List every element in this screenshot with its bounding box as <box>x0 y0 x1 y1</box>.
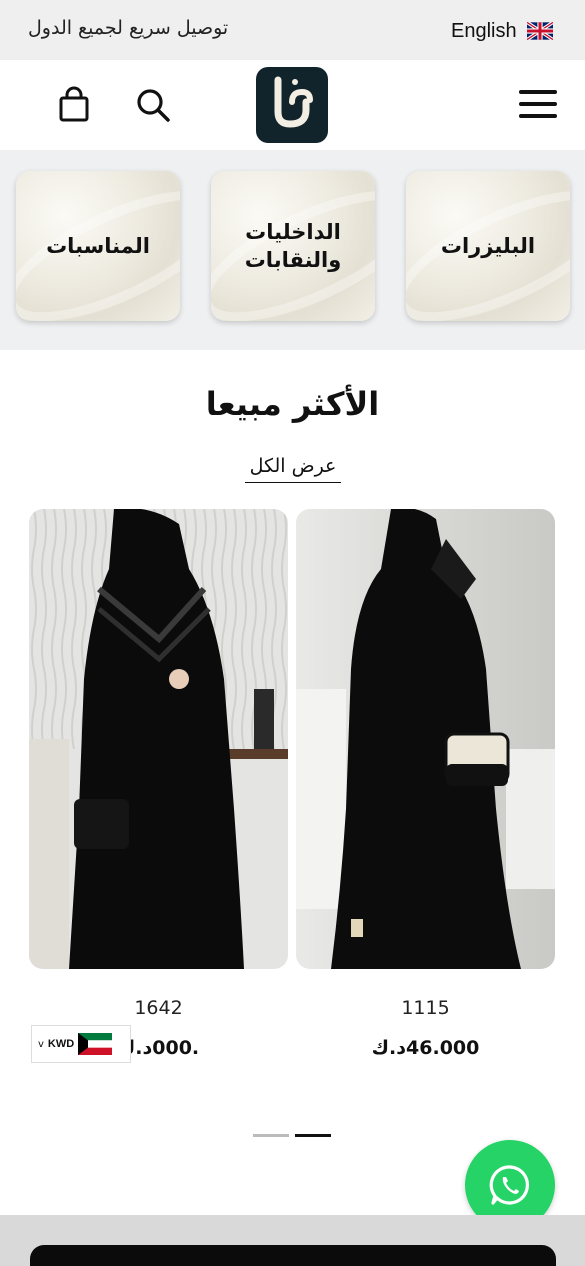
announcement-bar: English توصيل سريع لجميع الدول <box>0 0 585 60</box>
chevron-down-icon: v <box>38 1038 44 1050</box>
carousel-dot-active[interactable] <box>295 1134 331 1137</box>
product-name[interactable]: 1642 <box>29 997 288 1019</box>
shipping-announcement: توصيل سريع لجميع الدول <box>28 17 229 39</box>
product-card[interactable]: 1642 .000د.ك <box>29 509 288 1059</box>
category-label: الداخليات والنقابات <box>244 220 342 272</box>
category-card-blazers[interactable]: البليزرات <box>406 171 570 321</box>
search-icon <box>137 89 170 122</box>
currency-code: KWD <box>47 1038 75 1050</box>
kuwait-flag-icon <box>78 1033 113 1055</box>
currency-selector[interactable]: v KWD <box>31 1025 131 1063</box>
footer-panel <box>30 1245 556 1266</box>
cart-icon <box>59 86 89 122</box>
language-switcher[interactable]: English <box>451 18 553 44</box>
view-all-link[interactable]: عرض الكل <box>245 455 341 483</box>
site-header <box>0 60 585 150</box>
product-card[interactable]: 1115 46.000د.ك <box>296 509 555 1059</box>
carousel-pagination <box>253 1134 331 1137</box>
category-card-occasions[interactable]: المناسبات <box>16 171 180 321</box>
menu-button[interactable] <box>519 90 557 120</box>
product-image[interactable] <box>29 509 288 969</box>
product-price: 46.000د.ك <box>371 1037 480 1059</box>
category-strip: البليزرات الداخليات والنقابات المناسبات <box>0 150 585 350</box>
cart-button[interactable] <box>56 86 92 124</box>
category-card-underwear-niqabs[interactable]: الداخليات والنقابات <box>211 171 375 321</box>
uk-flag-icon <box>526 22 553 40</box>
whatsapp-icon <box>489 1165 530 1205</box>
language-label[interactable]: English <box>451 20 517 43</box>
brand-logo-mark <box>274 76 313 128</box>
menu-icon <box>519 90 557 94</box>
category-label: البليزرات <box>440 234 536 258</box>
section-title: الأكثر مبيعا <box>205 385 380 423</box>
product-image[interactable] <box>296 509 555 969</box>
product-name[interactable]: 1115 <box>296 997 555 1019</box>
carousel-dot[interactable] <box>253 1134 289 1137</box>
category-label: المناسبات <box>46 234 150 258</box>
search-button[interactable] <box>134 86 172 124</box>
brand-logo[interactable] <box>256 67 328 143</box>
